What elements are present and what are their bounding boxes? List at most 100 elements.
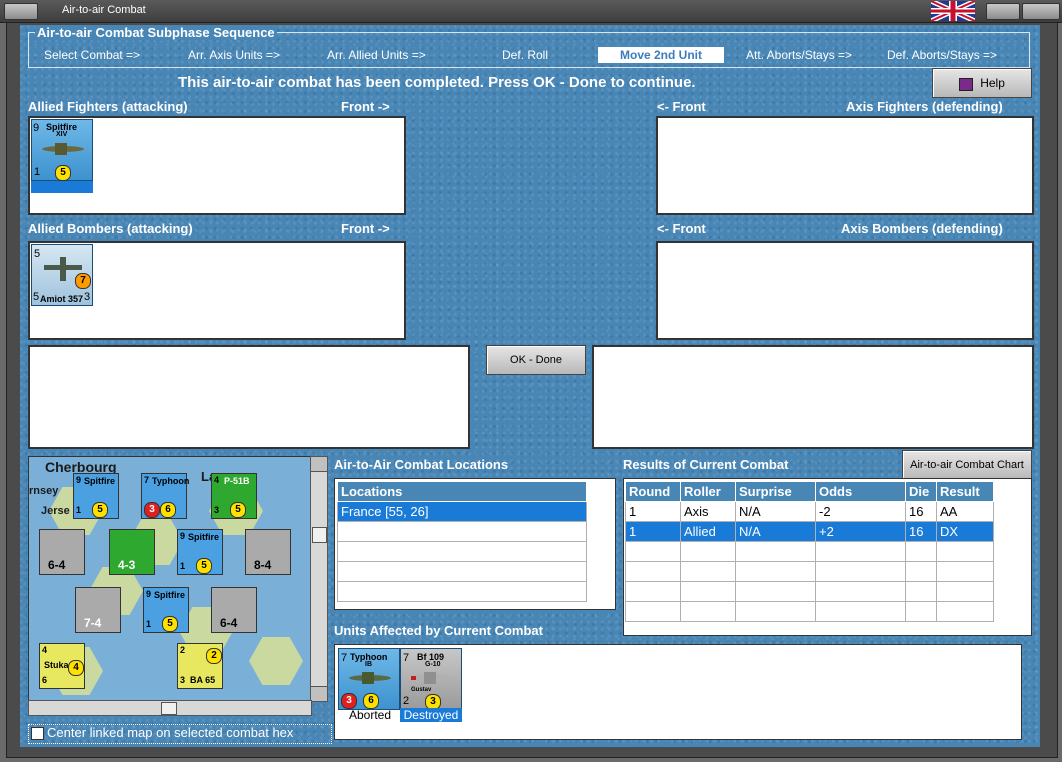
map-unit-infantry-2[interactable]: 8-4 [245, 529, 291, 575]
col-round: Round [625, 481, 681, 502]
map-unit-name: Spitfire [84, 476, 116, 486]
amiot-name: Amiot 357 [40, 294, 84, 304]
map-hex [249, 637, 303, 685]
map-unit-stuka[interactable]: 4 Stuka 6 4 [39, 643, 85, 689]
amiot-coin: 7 [75, 273, 91, 289]
empty-cell [936, 581, 994, 602]
cell: 1 [625, 501, 681, 522]
map-unit-infantry-3[interactable]: 7-4 [75, 587, 121, 633]
empty-cell [625, 601, 681, 622]
map-unit-armor[interactable]: 4-3 [109, 529, 155, 575]
spitfire-selection-bar [31, 181, 93, 193]
empty-cell [680, 601, 736, 622]
table-row[interactable]: 1 Allied N/A +2 16 DX [625, 521, 994, 542]
amiot-bottom-right: 3 [84, 291, 91, 303]
empty-cell [680, 581, 736, 602]
map-unit-coin: 6 [160, 502, 176, 518]
map-unit-name: BA 65 [190, 675, 216, 685]
empty-cell [337, 581, 587, 602]
locations-title: Air-to-Air Combat Locations [334, 457, 509, 472]
empty-cell [936, 561, 994, 582]
col-odds: Odds [815, 481, 906, 502]
scroll-thumb[interactable] [312, 527, 327, 543]
axis-fighters-label: Axis Fighters (defending) [846, 99, 1003, 114]
results-table: Round Roller Surprise Odds Die Result 1 … [625, 481, 994, 622]
scroll-thumb[interactable] [161, 702, 177, 715]
allied-info-box [28, 345, 470, 449]
empty-cell [905, 541, 937, 562]
bf109-counter[interactable]: 7 Bf 109 G-10 Gustav 2 3 [400, 648, 462, 710]
location-cell[interactable]: France [55, 26] [337, 501, 587, 522]
map-unit-a: 9 [146, 589, 152, 599]
map-unit-b: 3 [180, 675, 186, 685]
axis-bombers-box[interactable] [656, 241, 1034, 340]
help-button[interactable]: Help [932, 68, 1032, 98]
map-unit-spitfire-3[interactable]: 9 Spitfire 1 5 [143, 587, 189, 633]
map-unit-typhoon[interactable]: 7 Typhoon 3 6 [141, 473, 189, 519]
axis-bombers-label: Axis Bombers (defending) [841, 221, 1003, 236]
typhoon-plane-icon [349, 672, 391, 684]
table-row [625, 601, 994, 622]
map-unit-infantry-1[interactable]: 6-4 [39, 529, 85, 575]
map-horizontal-scrollbar[interactable] [28, 700, 312, 716]
phase-step-arr-axis: Arr. Axis Units => [188, 48, 281, 62]
allied-fighters-label: Allied Fighters (attacking) [28, 99, 188, 114]
map-unit-a: 2 [180, 645, 186, 655]
table-row[interactable]: 1 Axis N/A -2 16 AA [625, 501, 994, 522]
cell: 16 [905, 501, 937, 522]
cell: DX [936, 521, 994, 542]
combat-chart-button[interactable]: Air-to-air Combat Chart [902, 450, 1032, 480]
linked-map[interactable]: Cherbourg rnsey Jerse La 9 Spitfire 1 5 … [28, 456, 312, 702]
center-map-checkbox-row[interactable]: Center linked map on selected combat hex [28, 724, 332, 744]
empty-cell [337, 521, 587, 542]
spitfire-counter[interactable]: Spitfire XIV 9 1 5 [31, 119, 93, 181]
phase-sequence-title: Air-to-air Combat Subphase Sequence [35, 25, 277, 40]
close-button[interactable] [1022, 3, 1060, 20]
empty-cell [936, 541, 994, 562]
typhoon-coin: 6 [363, 693, 379, 709]
center-map-checkbox[interactable] [31, 727, 44, 740]
spitfire-bottom-left: 1 [34, 166, 41, 178]
cell: 1 [625, 521, 681, 542]
table-row [337, 541, 587, 562]
map-unit-coin: 4 [68, 660, 84, 676]
cell: +2 [815, 521, 906, 542]
amiot-counter[interactable]: 5 7 5 Amiot 357 3 [31, 244, 93, 306]
affected-title: Units Affected by Current Combat [334, 623, 543, 638]
bf109-bottom-left: 2 [403, 695, 410, 707]
system-menu-button[interactable] [4, 3, 38, 20]
axis-info-box [592, 345, 1034, 449]
map-unit-spitfire[interactable]: 9 Spitfire 1 5 [73, 473, 119, 519]
allied-fighters-box[interactable]: Spitfire XIV 9 1 5 [28, 116, 406, 215]
allied-bombers-front-label: Front -> [341, 221, 390, 236]
map-unit-b: 1 [180, 561, 186, 571]
empty-cell [905, 561, 937, 582]
map-label-jersey: Jerse [41, 505, 70, 517]
typhoon-counter[interactable]: 7 Typhoon IB 3 6 [338, 648, 400, 710]
allied-bombers-box[interactable]: 5 7 5 Amiot 357 3 [28, 241, 406, 340]
ok-done-button[interactable]: OK - Done [486, 345, 586, 375]
empty-cell [936, 601, 994, 622]
scroll-up-arrow-icon[interactable] [311, 457, 327, 472]
map-vertical-scrollbar[interactable] [310, 456, 328, 702]
locations-table: Locations France [55, 26] [337, 481, 587, 602]
map-unit-spitfire-2[interactable]: 9 Spitfire 1 5 [177, 529, 223, 575]
axis-fighters-front-label: <- Front [657, 99, 706, 114]
map-unit-coin: 5 [196, 558, 212, 574]
table-row[interactable]: France [55, 26] [337, 501, 587, 522]
map-unit-infantry-4[interactable]: 6-4 [211, 587, 257, 633]
map-unit-p51b[interactable]: 4 P-51B 3 5 [211, 473, 257, 519]
window-title: Air-to-air Combat [62, 4, 146, 16]
table-row [625, 581, 994, 602]
axis-fighters-box[interactable] [656, 116, 1034, 215]
scroll-down-arrow-icon[interactable] [311, 686, 327, 701]
status-message: This air-to-air combat has been complete… [178, 74, 696, 91]
map-unit-ba65[interactable]: 2 BA 65 3 2 [177, 643, 223, 689]
center-map-checkbox-label: Center linked map on selected combat hex [47, 725, 294, 740]
table-row [337, 521, 587, 542]
cell: -2 [815, 501, 906, 522]
minimize-button[interactable] [986, 3, 1020, 20]
map-unit-name: Spitfire [188, 532, 220, 542]
empty-cell [735, 561, 816, 582]
map-unit-a: 9 [76, 475, 82, 485]
